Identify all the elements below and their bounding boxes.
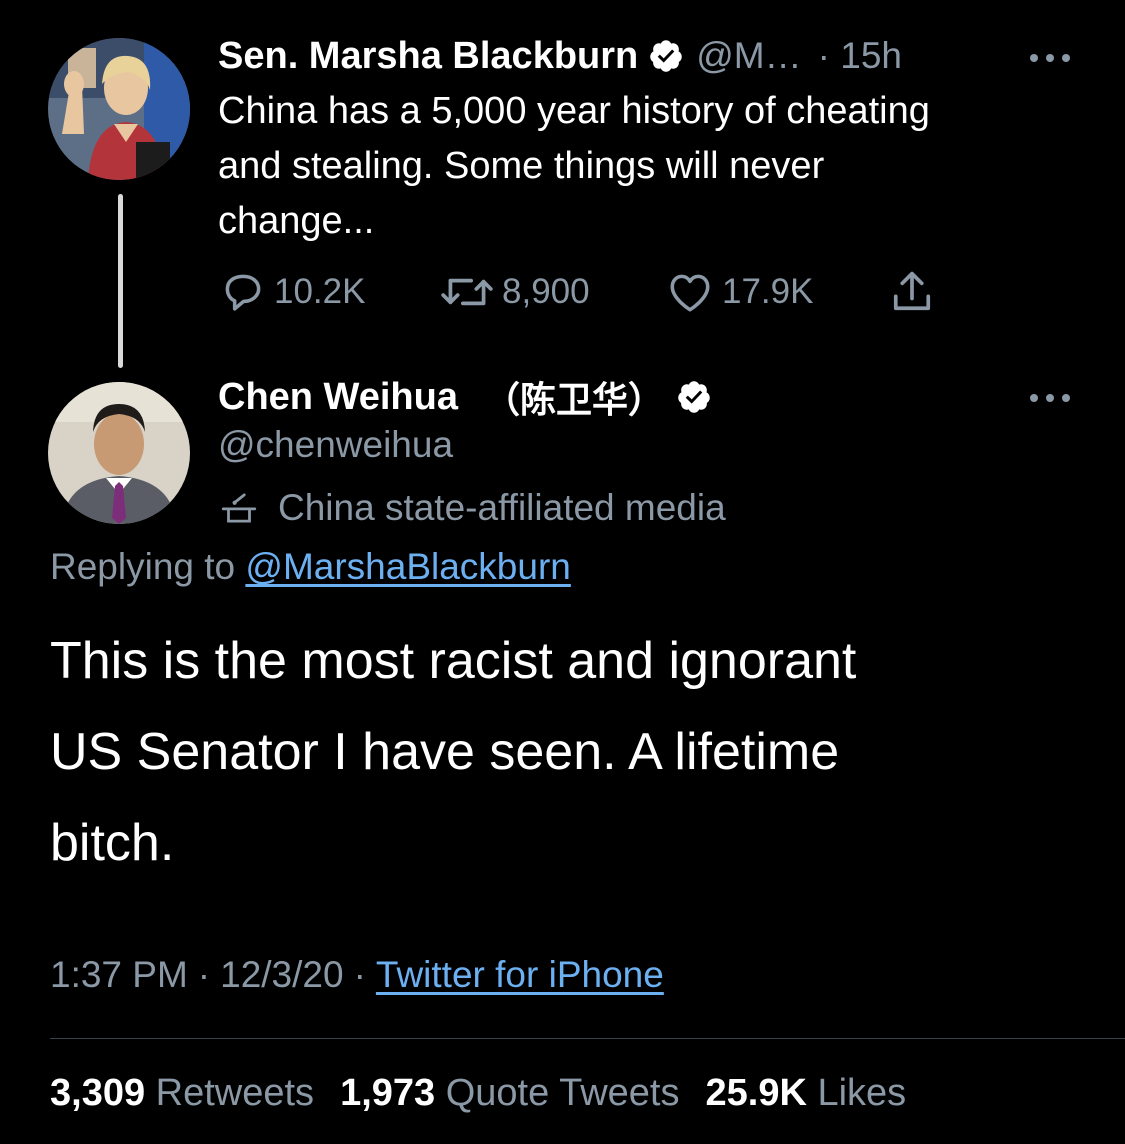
main-handle[interactable]: @chenweihua [218, 424, 453, 466]
retweets-count: 3,309 [50, 1072, 146, 1114]
state-media-text: China state-affiliated media [278, 487, 726, 528]
main-display-name-cjk[interactable]: （陈卫华） [484, 371, 664, 423]
tweet-date: 12/3/20 [220, 954, 344, 995]
likes-stat[interactable]: 25.9K Likes [706, 1072, 907, 1114]
share-button[interactable] [886, 262, 944, 322]
main-tweet-text: This is the most racist and ignorant US … [50, 632, 857, 872]
retweets-stat[interactable]: 3,309 Retweets [50, 1072, 314, 1114]
like-button[interactable]: 17.9K [664, 262, 813, 322]
parent-display-name[interactable]: Sen. Marsha Blackburn [218, 35, 638, 78]
parent-more-icon[interactable] [1030, 52, 1072, 64]
quotes-count: 1,973 [340, 1072, 436, 1114]
parent-tweet-text: China has a 5,000 year history of cheati… [218, 90, 930, 242]
main-avatar[interactable] [48, 382, 190, 524]
meta-separator: · [353, 954, 366, 995]
state-media-podium-icon [221, 493, 257, 523]
retweets-label: Retweets [155, 1072, 315, 1114]
thread-line [118, 194, 123, 368]
quotes-label: Quote Tweets [445, 1072, 680, 1114]
stats-divider [50, 1038, 1125, 1039]
likes-label: Likes [817, 1072, 907, 1114]
reply-icon [225, 274, 261, 311]
replying-prefix: Replying to [50, 546, 236, 587]
like-count: 17.9K [722, 272, 814, 311]
tweet-time: 1:37 PM [50, 954, 188, 995]
retweet-button[interactable]: 8,900 [438, 262, 590, 322]
retweet-icon [441, 278, 493, 306]
parent-header: Sen. Marsha Blackburn @M… · 15h [218, 30, 1098, 82]
likes-count: 25.9K [705, 1072, 807, 1114]
engagement-stats: 3,309 Retweets 1,973 Quote Tweets 25.9K Li… [50, 1072, 906, 1115]
meta-separator: · [197, 954, 211, 995]
main-more-icon[interactable] [1030, 392, 1072, 404]
tweet-source-link[interactable]: Twitter for iPhone [376, 954, 664, 995]
parent-avatar[interactable] [48, 38, 190, 180]
replying-handle-link[interactable]: @MarshaBlackburn [245, 546, 570, 587]
tweet-meta: 1:37 PM · 12/3/20 · Twitter for iPhone [50, 954, 664, 996]
verified-badge-icon [650, 40, 682, 72]
verified-badge-icon [678, 381, 710, 413]
main-name-row: Chen Weihua （陈卫华） [218, 372, 712, 422]
reply-button[interactable]: 10.2K [218, 262, 365, 322]
parent-time[interactable]: · 15h [818, 35, 902, 77]
reply-count: 10.2K [274, 272, 366, 311]
state-media-label[interactable]: China state-affiliated media [218, 482, 726, 534]
parent-handle[interactable]: @M… [696, 35, 801, 77]
quotes-stat[interactable]: 1,973 Quote Tweets [340, 1072, 679, 1114]
main-display-name[interactable]: Chen Weihua [218, 376, 458, 419]
parent-action-bar: 10.2K 8,900 17.9K [218, 262, 978, 322]
like-icon [670, 274, 710, 312]
retweet-count: 8,900 [502, 272, 590, 311]
share-icon [893, 271, 931, 311]
replying-to: Replying to @MarshaBlackburn [50, 546, 571, 588]
